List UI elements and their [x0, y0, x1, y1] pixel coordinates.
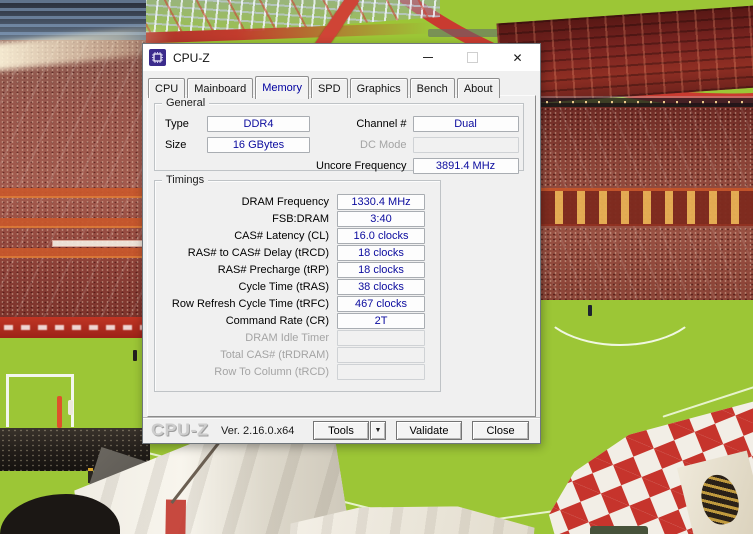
cycle-time-value-field[interactable]: 38 clocks	[337, 279, 425, 295]
left-white-banner	[52, 240, 146, 247]
timing-row: CAS# Latency (CL) 16.0 clocks	[161, 228, 425, 244]
timings-rows: DRAM Frequency 1330.4 MHz FSB:DRAM 3:40 …	[155, 181, 440, 381]
right-stand	[496, 0, 753, 300]
dc-mode-value-field	[412, 137, 519, 153]
row-refresh-cycle-label: Row Refresh Cycle Time (tRFC)	[171, 298, 329, 310]
command-rate-label: Command Rate (CR)	[225, 315, 329, 327]
tools-dropdown-button[interactable]: ▼	[370, 421, 386, 440]
window-title: CPU-Z	[173, 50, 210, 65]
validate-button[interactable]: Validate	[396, 421, 462, 440]
timing-row: RAS# to CAS# Delay (tRCD) 18 clocks	[161, 245, 425, 261]
command-rate-value-field[interactable]: 2T	[337, 313, 425, 329]
memory-tab-page: General Type DDR4 Channel # Dual Size 16…	[147, 95, 536, 417]
screenshot-stage: CPU-Z ✕ CPU Mainboard Memory SPD Graphic…	[0, 0, 753, 534]
close-button[interactable]: ✕	[495, 44, 540, 71]
cas-latency-value-field[interactable]: 16.0 clocks	[337, 228, 425, 244]
timing-row: FSB:DRAM 3:40	[161, 211, 425, 227]
row-refresh-cycle-value-field[interactable]: 467 clocks	[337, 296, 425, 312]
tab-bench[interactable]: Bench	[409, 78, 455, 98]
timing-row: Row Refresh Cycle Time (tRFC) 467 clocks	[161, 296, 425, 312]
flag-red-stripe	[165, 500, 186, 534]
timing-row: Command Rate (CR) 2T	[161, 313, 425, 329]
dram-frequency-label: DRAM Frequency	[241, 196, 329, 208]
type-value-field[interactable]: DDR4	[207, 116, 310, 132]
timing-row: Cycle Time (tRAS) 38 clocks	[161, 279, 425, 295]
close-icon: ✕	[512, 50, 523, 65]
timing-row: RAS# Precharge (tRP) 18 clocks	[161, 262, 425, 278]
tab-cpu[interactable]: CPU	[148, 78, 186, 98]
tab-memory[interactable]: Memory	[255, 76, 309, 99]
left-tier-banners	[0, 168, 146, 268]
tab-bar: CPU Mainboard Memory SPD Graphics Bench …	[148, 76, 500, 99]
tools-button[interactable]: Tools	[313, 421, 369, 440]
total-cas-value-field	[337, 347, 425, 363]
eagle-emblem	[696, 470, 744, 529]
ad-board-text	[4, 325, 142, 330]
footer-bar: CPU-Z Ver. 2.16.0.x64 Tools ▼ Validate C…	[143, 417, 540, 443]
maximize-button	[450, 44, 495, 71]
timing-row: Row To Column (tRCD)	[161, 364, 425, 380]
general-groupbox: General Type DDR4 Channel # Dual Size 16…	[154, 97, 524, 174]
tab-mainboard[interactable]: Mainboard	[187, 78, 254, 98]
tab-about[interactable]: About	[456, 78, 500, 98]
chevron-down-icon: ▼	[374, 427, 382, 434]
left-stand	[0, 0, 174, 338]
timing-row: DRAM Frequency 1330.4 MHz	[161, 194, 425, 210]
row-to-column-label: Row To Column (tRCD)	[214, 366, 329, 378]
version-text: Ver. 2.16.0.x64	[221, 425, 295, 437]
ras-to-cas-value-field[interactable]: 18 clocks	[337, 245, 425, 261]
dram-idle-timer-label: DRAM Idle Timer	[245, 332, 329, 344]
cpuz-window: CPU-Z ✕ CPU Mainboard Memory SPD Graphic…	[142, 43, 541, 444]
close-dialog-button[interactable]: Close	[472, 421, 529, 440]
timing-row: Total CAS# (tRDRAM)	[161, 347, 425, 363]
uncore-frequency-label: Uncore Frequency	[316, 160, 407, 172]
dark-object	[590, 526, 648, 534]
maximize-icon	[467, 52, 478, 63]
fsb-dram-value-field[interactable]: 3:40	[337, 211, 425, 227]
tab-spd[interactable]: SPD	[310, 78, 348, 98]
ras-precharge-value-field[interactable]: 18 clocks	[337, 262, 425, 278]
row-to-column-value-field	[337, 364, 425, 380]
size-label: Size	[165, 139, 187, 151]
timings-groupbox: Timings DRAM Frequency 1330.4 MHz FSB:DR…	[154, 174, 441, 392]
tab-graphics[interactable]: Graphics	[349, 78, 408, 98]
general-fields: Type DDR4 Channel # Dual Size 16 GBytes …	[155, 104, 523, 174]
channel-label: Channel #	[356, 118, 407, 130]
person-silhouette	[68, 400, 73, 415]
orange-pole	[57, 396, 62, 428]
ras-to-cas-label: RAS# to CAS# Delay (tRCD)	[187, 247, 329, 259]
player-silhouette	[133, 350, 137, 361]
total-cas-label: Total CAS# (tRDRAM)	[220, 349, 329, 361]
goal-frame	[6, 374, 74, 427]
timing-row: DRAM Idle Timer	[161, 330, 425, 346]
channel-value-field[interactable]: Dual	[412, 116, 519, 132]
titlebar[interactable]: CPU-Z ✕	[143, 44, 540, 71]
dram-frequency-value-field[interactable]: 1330.4 MHz	[337, 194, 425, 210]
type-label: Type	[165, 118, 189, 130]
caption-buttons: ✕	[405, 44, 540, 71]
fsb-dram-label: FSB:DRAM	[272, 213, 329, 225]
cycle-time-label: Cycle Time (tRAS)	[238, 281, 329, 293]
uncore-frequency-value-field[interactable]: 3891.4 MHz	[412, 158, 519, 174]
ad-board	[0, 317, 146, 338]
minimize-button[interactable]	[405, 44, 450, 71]
player-silhouette	[588, 305, 592, 316]
dc-mode-label: DC Mode	[360, 139, 407, 151]
size-value-field[interactable]: 16 GBytes	[207, 137, 310, 153]
dram-idle-timer-value-field	[337, 330, 425, 346]
cas-latency-label: CAS# Latency (CL)	[234, 230, 329, 242]
minimize-icon	[422, 57, 433, 58]
cpuz-logo: CPU-Z	[151, 420, 209, 440]
ras-precharge-label: RAS# Precharge (tRP)	[217, 264, 329, 276]
right-hospitality-band	[533, 188, 753, 226]
cpuz-app-icon	[149, 49, 166, 66]
